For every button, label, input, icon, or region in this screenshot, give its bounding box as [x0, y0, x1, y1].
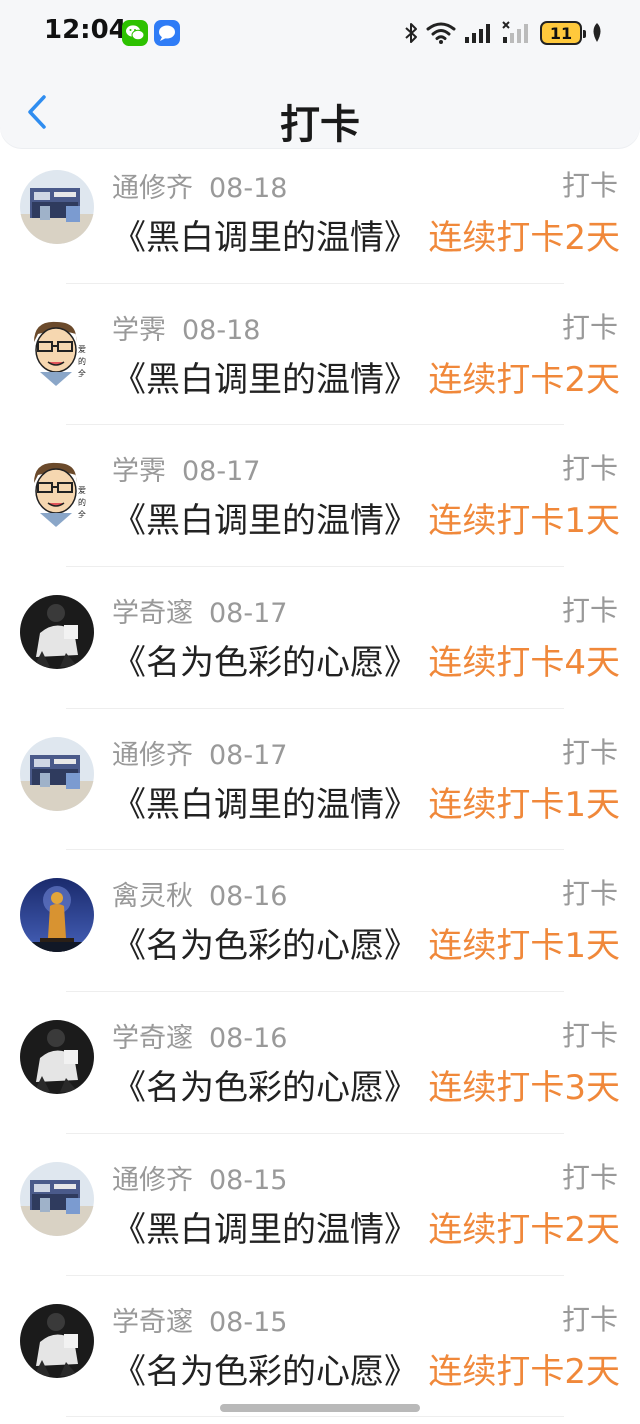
- list-item[interactable]: 学奇邃 08-16 打卡 《名为色彩的心愿》 连续打卡3天: [0, 992, 640, 1134]
- signal-icon: [465, 24, 490, 43]
- checkin-action-button[interactable]: 打卡: [562, 1156, 618, 1196]
- list-item[interactable]: 学奇邃 08-15 打卡 《名为色彩的心愿》 连续打卡2天: [0, 1276, 640, 1418]
- svg-text:的: 的: [78, 497, 86, 507]
- list-item[interactable]: 通修齐 08-15 打卡 《黑白调里的温情》 连续打卡2天: [0, 1134, 640, 1276]
- status-icons: 11: [404, 18, 604, 48]
- avatar[interactable]: [20, 1020, 94, 1095]
- book-title: 《名为色彩的心愿》: [112, 926, 418, 967]
- book-title: 《名为色彩的心愿》: [112, 1068, 418, 1109]
- user-name: 学霁: [112, 456, 166, 488]
- checkin-date: 08-18: [182, 314, 261, 346]
- user-name-line: 学奇邃 08-17: [112, 591, 287, 630]
- avatar[interactable]: 爱 的 全: [20, 453, 94, 528]
- user-name: 学奇邃: [112, 598, 193, 630]
- avatar[interactable]: 爱 的 全: [20, 311, 94, 386]
- book-title: 《黑白调里的温情》: [112, 784, 418, 825]
- divider: [66, 1416, 564, 1418]
- svg-text:爱: 爱: [78, 345, 86, 354]
- svg-text:全: 全: [78, 509, 86, 519]
- leaf-icon: [593, 23, 601, 42]
- battery-icon: 11: [540, 21, 586, 45]
- checkin-action-button[interactable]: 打卡: [562, 1298, 618, 1338]
- message-icon: [154, 20, 180, 46]
- avatar[interactable]: [20, 1161, 94, 1236]
- checkin-date: 08-15: [209, 1306, 288, 1338]
- checkin-date: 08-15: [209, 1164, 288, 1196]
- status-time: 12:04: [44, 15, 127, 45]
- checkin-action-button[interactable]: 打卡: [562, 1014, 618, 1054]
- streak-label: 连续打卡1天: [428, 501, 620, 542]
- avatar[interactable]: [20, 1303, 94, 1378]
- streak-label: 连续打卡2天: [428, 1351, 620, 1392]
- list-item[interactable]: 通修齐 08-17 打卡 《黑白调里的温情》 连续打卡1天: [0, 709, 640, 851]
- user-name-line: 禽灵秋 08-16: [112, 874, 287, 913]
- streak-label: 连续打卡1天: [428, 784, 620, 825]
- avatar[interactable]: [20, 170, 94, 244]
- streak-label: 连续打卡2天: [428, 359, 620, 400]
- list-item[interactable]: 禽灵秋 08-16 打卡 《名为色彩的心愿》 连续打卡1天: [0, 850, 640, 993]
- list-item[interactable]: 爱 的 全 学霁 08-18 打卡 《黑白调里的温情》 连续打卡2天: [0, 284, 640, 426]
- user-name: 通修齐: [112, 173, 193, 204]
- user-name: 学奇邃: [112, 1306, 193, 1338]
- bluetooth-icon: [405, 23, 417, 43]
- status-bar: 12:04 11: [0, 0, 640, 64]
- checkin-date: 08-17: [209, 598, 288, 630]
- user-name: 通修齐: [112, 739, 193, 771]
- wechat-icon: [122, 20, 148, 46]
- user-name: 学奇邃: [112, 1023, 193, 1055]
- checkin-date: 08-18: [209, 173, 288, 204]
- checkin-action-button[interactable]: 打卡: [562, 872, 618, 912]
- streak-label: 连续打卡1天: [428, 926, 620, 967]
- checkin-action-button[interactable]: 打卡: [562, 589, 618, 629]
- svg-text:的: 的: [78, 356, 86, 366]
- avatar[interactable]: [20, 595, 94, 670]
- svg-text:全: 全: [78, 368, 86, 378]
- checkin-action-button[interactable]: 打卡: [562, 731, 618, 771]
- checkin-date: 08-17: [209, 739, 288, 771]
- book-title: 《名为色彩的心愿》: [112, 1351, 418, 1392]
- book-title: 《黑白调里的温情》: [112, 501, 418, 542]
- avatar[interactable]: [20, 736, 94, 811]
- book-title: 《名为色彩的心愿》: [112, 643, 418, 684]
- checkin-date: 08-17: [182, 456, 261, 488]
- list-item[interactable]: 通修齐 08-18 打卡 《黑白调里的温情》 连续打卡2天: [0, 142, 640, 284]
- user-name-line: 学奇邃 08-15: [112, 1300, 287, 1339]
- list-item[interactable]: 学奇邃 08-17 打卡 《名为色彩的心愿》 连续打卡4天: [0, 567, 640, 709]
- user-name-line: 通修齐 08-18: [112, 166, 287, 205]
- checkin-date: 08-16: [209, 881, 288, 913]
- checkin-action-button[interactable]: 打卡: [562, 447, 618, 487]
- user-name-line: 学奇邃 08-16: [112, 1016, 287, 1055]
- book-title: 《黑白调里的温情》: [112, 1209, 418, 1250]
- checkin-page: 12:04 11 打卡 通修齐 08-18 打卡 《黑白调里的温情》 连续打卡2…: [0, 0, 640, 1424]
- streak-label: 连续打卡3天: [428, 1068, 620, 1109]
- user-name-line: 学霁 08-17: [112, 449, 260, 488]
- wifi-icon: [426, 22, 456, 44]
- user-name-line: 通修齐 08-15: [112, 1158, 287, 1197]
- checkin-action-button[interactable]: 打卡: [562, 306, 618, 346]
- book-title: 《黑白调里的温情》: [112, 359, 418, 400]
- checkin-date: 08-16: [209, 1023, 288, 1055]
- user-name: 禽灵秋: [112, 881, 193, 913]
- user-name-line: 学霁 08-18: [112, 308, 260, 347]
- streak-label: 连续打卡2天: [428, 218, 620, 258]
- header-card: 12:04 11 打卡: [0, 0, 640, 148]
- signal-no-sim-icon: [502, 21, 528, 43]
- svg-text:爱: 爱: [78, 486, 86, 495]
- list-item[interactable]: 爱 的 全 学霁 08-17 打卡 《黑白调里的温情》 连续打卡1天: [0, 425, 640, 568]
- user-name: 通修齐: [112, 1164, 193, 1196]
- checkin-action-button[interactable]: 打卡: [562, 164, 618, 204]
- streak-label: 连续打卡4天: [428, 643, 620, 684]
- home-indicator[interactable]: [220, 1404, 420, 1412]
- user-name-line: 通修齐 08-17: [112, 733, 287, 772]
- checkin-list: 通修齐 08-18 打卡 《黑白调里的温情》 连续打卡2天 爱 的 全 学霁 08-…: [0, 142, 640, 1418]
- battery-level: 11: [549, 23, 573, 43]
- streak-label: 连续打卡2天: [428, 1209, 620, 1250]
- book-title: 《黑白调里的温情》: [112, 218, 418, 258]
- avatar[interactable]: [20, 878, 94, 953]
- user-name: 学霁: [112, 314, 166, 346]
